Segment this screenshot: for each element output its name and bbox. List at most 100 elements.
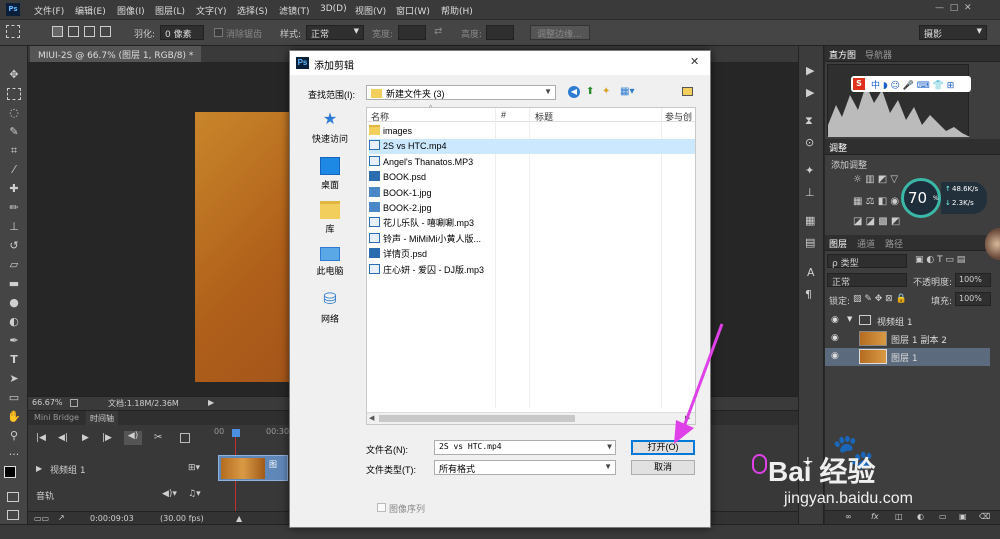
status-icon[interactable] — [70, 399, 78, 407]
place-quick-access[interactable]: ★ 快速访问 — [300, 111, 360, 145]
paragraph-icon[interactable]: ¶ — [805, 288, 812, 301]
file-row[interactable]: images — [369, 124, 559, 139]
new-folder-icon[interactable]: ✦ — [602, 86, 610, 97]
folder-up-icon[interactable] — [682, 87, 693, 96]
play-action-icon[interactable]: ▶ — [806, 64, 814, 77]
lookin-select[interactable]: 新建文件夹 (3) ▼ — [366, 85, 556, 100]
refine-edge-button[interactable]: 调整边缘... — [530, 25, 590, 40]
pen-tool-icon[interactable]: ✒ — [6, 334, 22, 348]
intersect-selection-icon[interactable] — [100, 26, 111, 37]
render-icon[interactable]: ▭▭ — [34, 514, 49, 523]
loop-icon[interactable]: ↗ — [58, 513, 65, 522]
column-title[interactable]: 标题 — [535, 110, 553, 123]
file-row[interactable]: BOOK-1.jpg — [369, 186, 559, 201]
move-tool-icon[interactable]: ✥ — [6, 68, 22, 82]
rectangle-tool-icon[interactable]: ▭ — [6, 391, 22, 405]
goto-first-icon[interactable]: |◀ — [36, 433, 46, 443]
gradient-tool-icon[interactable]: ▬ — [6, 277, 22, 291]
eye-icon[interactable]: ◉ — [831, 333, 839, 343]
menu-file[interactable]: 文件(F) — [34, 4, 64, 17]
filetype-select[interactable]: 所有格式 ▼ — [434, 460, 616, 475]
zoom-out-icon[interactable]: ▲ — [236, 514, 242, 523]
layer-row[interactable]: ◉ ▼ 视频组 1 — [825, 312, 990, 330]
track-menu-icon[interactable]: ⊞▾ — [188, 463, 200, 473]
style-select[interactable]: 正常 ▼ — [306, 25, 364, 40]
swatches-icon[interactable]: ▤ — [805, 236, 815, 249]
column-number[interactable]: # — [501, 110, 506, 120]
menu-image[interactable]: 图像(I) — [117, 4, 145, 17]
menu-filter[interactable]: 滤镜(T) — [279, 4, 310, 17]
audio-icon[interactable]: ◀) — [124, 431, 142, 445]
fill-input[interactable]: 100% — [955, 292, 991, 306]
layer-filter-icons[interactable]: ▣ ◐ T ▭ ▤ — [915, 255, 965, 265]
opacity-input[interactable]: 100% — [955, 273, 991, 287]
close-icon[interactable]: ✕ — [690, 55, 699, 68]
place-library[interactable]: 库 — [300, 201, 360, 235]
menu-select[interactable]: 选择(S) — [237, 4, 268, 17]
mute-icon[interactable]: ◀)▾ — [162, 489, 177, 499]
adjustment-icons-row2[interactable]: ▦ ⚖ ◧ ◉ — [853, 196, 899, 207]
scissors-icon[interactable]: ✂ — [154, 432, 162, 443]
layer-row-selected[interactable]: ◉ 图层 1 — [825, 348, 990, 366]
image-sequence-checkbox[interactable] — [377, 503, 386, 512]
path-select-icon[interactable]: ➤ — [6, 372, 22, 386]
screen-mode-icon[interactable] — [7, 510, 19, 520]
menu-type[interactable]: 文字(Y) — [196, 4, 227, 17]
play-icon[interactable]: ▶ — [82, 433, 89, 443]
chevron-down-icon[interactable]: ▼ — [847, 315, 852, 323]
video-group-toggle-icon[interactable]: ▶ — [36, 464, 42, 473]
brush-tool-icon[interactable]: ✏ — [6, 201, 22, 215]
layer-row[interactable]: ◉ 图层 1 副本 2 — [825, 330, 990, 348]
layer-filter-select[interactable]: ρ 类型 — [827, 254, 907, 269]
horizontal-scrollbar[interactable]: ◀ ▶ — [367, 412, 695, 424]
view-menu-icon[interactable]: ▦▾ — [620, 86, 634, 97]
marquee-icon[interactable] — [6, 25, 20, 38]
play-action-icon-2[interactable]: ▶ — [806, 86, 814, 99]
file-row[interactable]: 详情页.psd — [369, 247, 559, 262]
feather-input[interactable]: 0 像素 — [160, 25, 204, 40]
menu-view[interactable]: 视图(V) — [355, 4, 386, 17]
eye-icon[interactable]: ◉ — [831, 315, 839, 325]
back-icon[interactable]: ◀ — [568, 86, 580, 98]
file-row[interactable]: 2S vs HTC.mp4 — [369, 139, 695, 155]
character-icon[interactable]: A — [807, 266, 815, 279]
styles-icon[interactable]: ▦ — [805, 214, 815, 227]
music-note-icon[interactable]: ♫▾ — [188, 489, 201, 499]
dialog-titlebar[interactable]: Ps 添加剪辑 ✕ — [290, 51, 710, 75]
swap-icon[interactable]: ⇄ — [434, 26, 442, 37]
quick-select-icon[interactable]: ✎ — [6, 125, 22, 139]
next-frame-icon[interactable]: |▶ — [102, 433, 112, 443]
healing-brush-icon[interactable]: ✚ — [6, 182, 22, 196]
menu-layer[interactable]: 图层(L) — [155, 4, 185, 17]
tab-adjustments[interactable]: 调整 — [829, 141, 847, 154]
subtract-selection-icon[interactable] — [84, 26, 95, 37]
file-row[interactable]: 花儿乐队 - 嘻唰唰.mp3 — [369, 216, 559, 231]
lock-icons[interactable]: ▨ ✎ ✥ ⊠ 🔒 — [853, 294, 907, 304]
tab-timeline[interactable]: 时间轴 — [86, 411, 118, 425]
blend-mode-select[interactable]: 正常 — [827, 273, 907, 288]
menu-edit[interactable]: 编辑(E) — [75, 4, 106, 17]
file-row[interactable]: 庄心妍 - 爱囚 - DJ版.mp3 — [369, 263, 559, 278]
add-selection-icon[interactable] — [68, 26, 79, 37]
zoom-level[interactable]: 66.67% — [32, 398, 63, 407]
file-row[interactable]: BOOK.psd — [369, 170, 559, 185]
file-row[interactable]: 铃声 - MiMiMi小黄人版... — [369, 232, 559, 247]
workspace-select[interactable]: 摄影 ▼ — [919, 25, 987, 40]
scroll-left-icon[interactable]: ◀ — [369, 414, 374, 422]
tab-navigator[interactable]: 导航器 — [865, 48, 892, 61]
antialias-checkbox[interactable] — [214, 28, 223, 37]
marquee-tool-icon[interactable] — [7, 88, 21, 100]
scrollbar-thumb[interactable] — [379, 415, 575, 422]
eyedropper-icon[interactable]: ⁄ — [6, 163, 22, 177]
menu-3d[interactable]: 3D(D) — [320, 4, 347, 14]
tab-layers[interactable]: 图层 — [829, 237, 847, 250]
place-network[interactable]: ⛁ 网络 — [300, 291, 360, 325]
place-desktop[interactable]: 桌面 — [300, 157, 360, 191]
width-input[interactable] — [398, 25, 426, 40]
tab-histogram[interactable]: 直方图 — [829, 48, 856, 61]
tab-mini-bridge[interactable]: Mini Bridge — [34, 413, 79, 422]
menu-window[interactable]: 窗口(W) — [396, 4, 430, 17]
tab-channels[interactable]: 通道 — [857, 237, 875, 250]
window-controls[interactable]: — □ ✕ — [935, 3, 972, 13]
place-this-pc[interactable]: 此电脑 — [300, 247, 360, 277]
